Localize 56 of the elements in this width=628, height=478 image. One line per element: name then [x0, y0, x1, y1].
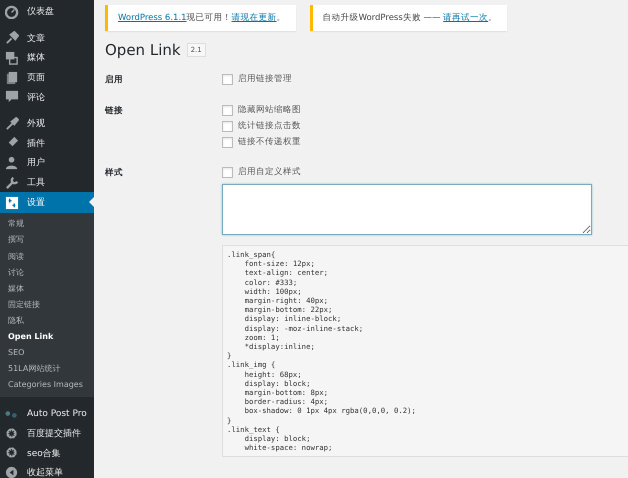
sidebar-menu-item[interactable]: 设置 [0, 192, 94, 214]
sidebar-menu-item[interactable]: Auto Post Pro [0, 404, 94, 424]
submenu-item[interactable]: 51LA网站统计 [0, 361, 94, 378]
submenu-item[interactable]: 撰写 [0, 232, 94, 249]
page-title: Open Link [105, 41, 181, 59]
setting-label: 样式 [105, 166, 124, 180]
checkbox-label: 统计链接点击数 [238, 120, 301, 132]
submenu-item[interactable]: Open Link [0, 329, 94, 346]
submenu-item[interactable]: 隐私 [0, 312, 94, 329]
notice-link[interactable]: 请现在更新 [232, 13, 277, 23]
sidebar-menu-item[interactable]: 外观 [0, 114, 94, 134]
checkbox[interactable] [222, 104, 233, 116]
checkbox[interactable] [222, 120, 233, 132]
sidebar-menu-item[interactable]: 仪表盘 [0, 2, 94, 22]
notice-text: 自动升级WordPress失败 —— 请再试一次。 [322, 13, 498, 23]
notice-link[interactable]: 请再试一次 [443, 13, 488, 23]
custom-style-textarea[interactable] [222, 184, 592, 235]
setting-label: 启用 [105, 74, 124, 86]
pages-icon [5, 70, 19, 85]
wrench-icon [5, 176, 19, 190]
settings-icon [5, 196, 19, 210]
brush-icon [5, 116, 19, 131]
submenu-item[interactable]: SEO [0, 345, 94, 362]
sidebar-menu-item[interactable]: 评论 [0, 87, 94, 107]
submenu-item[interactable]: 媒体 [0, 280, 94, 297]
submenu-item[interactable]: 阅读 [0, 248, 94, 265]
sidebar-menu-item[interactable]: 文章 [0, 28, 94, 48]
media-icon [5, 50, 19, 65]
submenu-item[interactable]: 讨论 [0, 264, 94, 281]
checkbox[interactable] [222, 166, 233, 178]
checkbox[interactable] [222, 74, 233, 84]
user-icon [5, 156, 19, 170]
sidebar-menu-item[interactable]: 用户 [0, 153, 94, 173]
sidebar-menu-item[interactable]: 百度提交插件 [0, 424, 94, 444]
notice-text: WordPress 6.1.1现已可用！请现在更新。 [118, 13, 286, 23]
checkbox-label: 启用链接管理 [238, 73, 292, 85]
notice-link[interactable]: WordPress 6.1.1 [118, 13, 187, 23]
sidebar-menu-item[interactable]: 工具 [0, 172, 94, 192]
sidebar-menu-item[interactable]: seo合集 [0, 444, 94, 464]
submenu-item[interactable]: Categories Images [0, 377, 94, 394]
checkbox-label: 启用自定义样式 [238, 166, 301, 178]
comment-icon [5, 90, 19, 104]
gear-icon [5, 446, 19, 460]
sidebar-menu-item[interactable]: 插件 [0, 134, 94, 154]
sidebar-menu-item[interactable]: 媒体 [0, 48, 94, 68]
sidebar-menu-item[interactable]: 收起菜单 [0, 463, 94, 478]
gear-icon [5, 426, 19, 441]
checkbox[interactable] [222, 136, 233, 148]
checkbox-label: 链接不传递权重 [238, 136, 301, 148]
pushpin-icon [5, 31, 19, 46]
submenu-item[interactable]: 固定链接 [0, 296, 94, 313]
setting-label: 链接 [105, 104, 124, 118]
gauge-icon [5, 4, 19, 19]
submenu-item[interactable]: 常规 [0, 216, 94, 232]
checkbox-label: 隐藏网站缩略图 [238, 104, 301, 116]
sidebar-menu-item[interactable]: 页面 [0, 68, 94, 88]
